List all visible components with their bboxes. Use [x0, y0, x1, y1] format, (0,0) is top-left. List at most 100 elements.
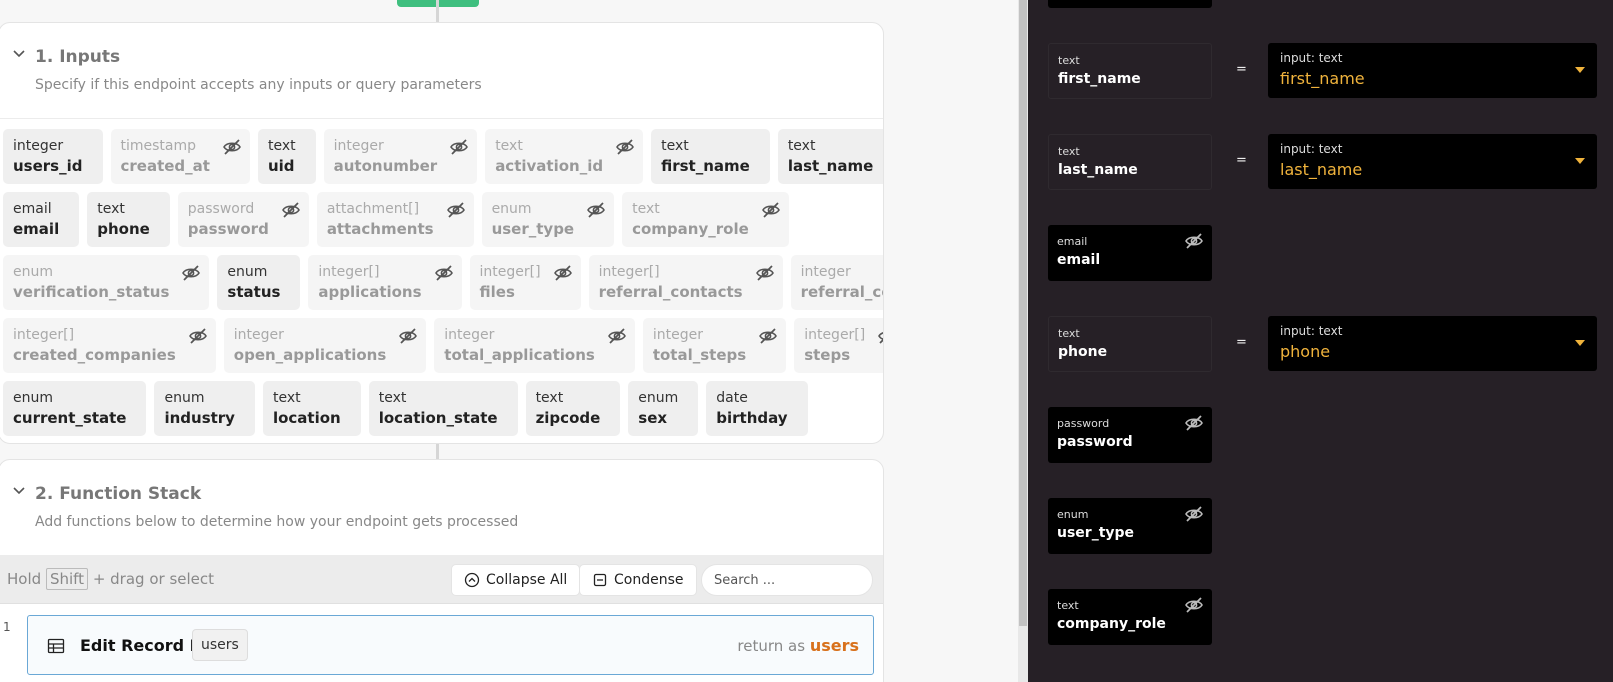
- eye-off-icon[interactable]: [761, 200, 781, 220]
- input-chip-location[interactable]: text location: [262, 381, 361, 436]
- eye-off-icon[interactable]: [222, 137, 242, 157]
- input-chip-created-at[interactable]: timestamp created_at: [110, 129, 250, 184]
- input-chip-password[interactable]: password password: [177, 192, 309, 247]
- input-chip-last-name[interactable]: text last_name: [777, 129, 883, 184]
- input-chip-sex[interactable]: enum sex: [628, 381, 699, 436]
- input-chip-email[interactable]: email email: [3, 192, 80, 247]
- field-card-company-role[interactable]: text company_role: [1048, 589, 1212, 645]
- equals-sign: =: [1236, 62, 1247, 77]
- field-name: password: [1057, 434, 1133, 450]
- eye-off-icon[interactable]: [877, 326, 883, 346]
- input-chip-referral-contacts[interactable]: integer[] referral_contacts: [588, 255, 783, 310]
- input-chip-first-name[interactable]: text first_name: [651, 129, 770, 184]
- field-card-user-type[interactable]: enum user_type: [1048, 498, 1212, 554]
- value-type: input: text: [1280, 324, 1343, 338]
- eye-off-icon[interactable]: [188, 326, 208, 346]
- eye-off-icon[interactable]: [281, 200, 301, 220]
- eye-off-icon[interactable]: [398, 326, 418, 346]
- value-type: input: text: [1280, 51, 1343, 65]
- input-name: current_state: [13, 409, 127, 427]
- field-value-select[interactable]: input: text first_name: [1268, 43, 1597, 98]
- return-variable[interactable]: users: [810, 636, 859, 655]
- field-value-select[interactable]: input: text last_name: [1268, 134, 1597, 189]
- input-chip-status[interactable]: enum status: [217, 255, 301, 310]
- dropdown-caret-icon[interactable]: [1575, 158, 1585, 164]
- input-type: timestamp: [120, 138, 197, 154]
- field-card-first-name[interactable]: text first_name: [1048, 43, 1212, 99]
- input-chip-user-type[interactable]: enum user_type: [481, 192, 615, 247]
- input-type: integer: [444, 327, 495, 343]
- eye-off-icon[interactable]: [758, 326, 778, 346]
- input-chip-total-steps[interactable]: integer total_steps: [642, 318, 787, 373]
- equals-sign: =: [1236, 335, 1247, 350]
- function-search-input[interactable]: [701, 564, 873, 596]
- input-chip-total-applications[interactable]: integer total_applications: [434, 318, 635, 373]
- eye-off-icon[interactable]: [586, 200, 606, 220]
- chip-row: enum current_state enum industry text locatio…: [3, 381, 883, 436]
- input-name: activation_id: [495, 157, 604, 175]
- eye-off-icon[interactable]: [449, 137, 469, 157]
- input-chip-verification-status[interactable]: enum verification_status: [3, 255, 210, 310]
- drag-hint-prefix: Hold: [7, 570, 42, 588]
- input-chip-open-applications[interactable]: integer open_applications: [223, 318, 427, 373]
- drag-hint: Hold Shift + drag or select: [7, 568, 214, 590]
- edit-record-field-panel: text first_name = input: text first_name te…: [1028, 0, 1613, 682]
- input-chip-steps[interactable]: integer[] steps: [794, 318, 883, 373]
- collapse-all-button[interactable]: Collapse All: [451, 564, 581, 596]
- scrollbar-thumb[interactable]: [1019, 0, 1027, 626]
- chevron-down-icon[interactable]: [11, 482, 27, 498]
- field-card-last-name[interactable]: text last_name: [1048, 134, 1212, 190]
- stack-item-edit-record[interactable]: Edit Record In users return as users: [27, 615, 874, 675]
- input-type: enum: [164, 390, 205, 406]
- input-chip-industry[interactable]: enum industry: [154, 381, 255, 436]
- input-chip-created-companies[interactable]: integer[] created_companies: [3, 318, 216, 373]
- collapse-all-label: Collapse All: [486, 572, 568, 588]
- input-chip-company-role[interactable]: text company_role: [622, 192, 789, 247]
- input-chip-attachments[interactable]: attachment[] attachments: [316, 192, 474, 247]
- eye-off-icon[interactable]: [181, 263, 201, 283]
- input-chip-uid[interactable]: text uid: [257, 129, 316, 184]
- stack-item-table-badge[interactable]: users: [192, 629, 248, 661]
- field-card-email[interactable]: email email: [1048, 225, 1212, 281]
- eye-off-icon[interactable]: [1184, 231, 1204, 251]
- function-stack-toolbar: Hold Shift + drag or select Collapse All…: [0, 556, 883, 604]
- input-type: text: [267, 138, 296, 154]
- input-chip-referral-count[interactable]: integer referral_count: [790, 255, 883, 310]
- condense-button[interactable]: Condense: [579, 564, 697, 596]
- eye-off-icon[interactable]: [1184, 595, 1204, 615]
- eye-off-icon[interactable]: [755, 263, 775, 283]
- condense-icon: [593, 573, 607, 587]
- input-name: password: [187, 220, 269, 238]
- eye-off-icon[interactable]: [607, 326, 627, 346]
- input-chip-birthday[interactable]: date birthday: [706, 381, 808, 436]
- eye-off-icon[interactable]: [446, 200, 466, 220]
- eye-off-icon[interactable]: [434, 263, 454, 283]
- field-card-phone[interactable]: text phone: [1048, 316, 1212, 372]
- eye-off-icon[interactable]: [553, 263, 573, 283]
- input-chip-files[interactable]: integer[] files: [469, 255, 581, 310]
- value-text: first_name: [1280, 69, 1365, 88]
- input-chip-current-state[interactable]: enum current_state: [3, 381, 147, 436]
- input-chip-users-id[interactable]: integer users_id: [3, 129, 103, 184]
- input-chip-phone[interactable]: text phone: [87, 192, 170, 247]
- input-chip-location-state[interactable]: text location_state: [368, 381, 518, 436]
- inputs-header[interactable]: 1. Inputs Specify if this endpoint accep…: [0, 23, 883, 119]
- function-stack-header[interactable]: 2. Function Stack Add functions below to…: [0, 460, 883, 556]
- condense-label: Condense: [614, 572, 684, 588]
- input-chip-autonumber[interactable]: integer autonumber: [323, 129, 478, 184]
- eye-off-icon[interactable]: [1184, 413, 1204, 433]
- canvas-scrollbar[interactable]: [1018, 0, 1028, 682]
- input-chip-zipcode[interactable]: text zipcode: [525, 381, 621, 436]
- field-card-password[interactable]: password password: [1048, 407, 1212, 463]
- dropdown-caret-icon[interactable]: [1575, 67, 1585, 73]
- input-chip-applications[interactable]: integer[] applications: [308, 255, 462, 310]
- field-value-select[interactable]: input: text phone: [1268, 316, 1597, 371]
- chevron-down-icon[interactable]: [11, 45, 27, 61]
- eye-off-icon[interactable]: [615, 137, 635, 157]
- input-type: text: [787, 138, 816, 154]
- field-type: email: [1057, 235, 1088, 248]
- dropdown-caret-icon[interactable]: [1575, 340, 1585, 346]
- input-chip-activation-id[interactable]: text activation_id: [485, 129, 644, 184]
- field-name: company_role: [1057, 616, 1166, 632]
- eye-off-icon[interactable]: [1184, 504, 1204, 524]
